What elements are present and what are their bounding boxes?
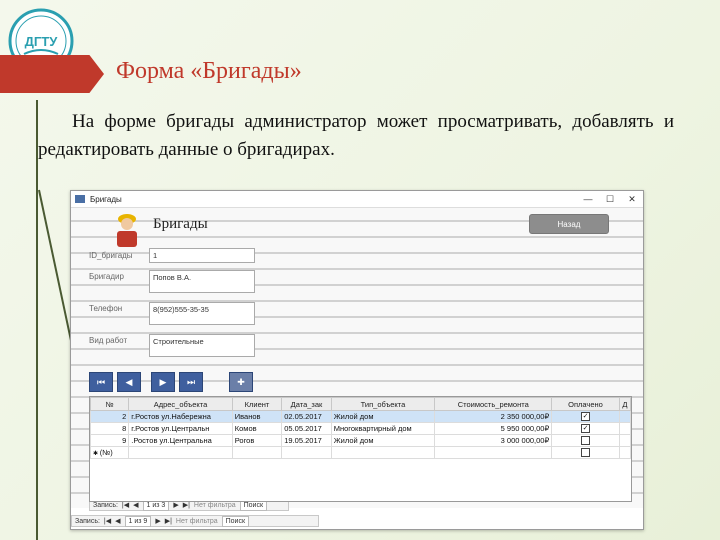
new-record-button[interactable]: ✚	[229, 372, 253, 392]
no-filter-indicator[interactable]: Нет фильтра	[176, 518, 218, 525]
paid-checkbox-unchecked[interactable]	[581, 436, 590, 446]
cell-new-num[interactable]: ✱ (№)	[90, 446, 130, 459]
form-icon	[75, 195, 85, 203]
cell-extra	[618, 422, 631, 435]
cell-type[interactable]: Жилой дом	[330, 410, 436, 423]
col-header-paid[interactable]: Оплачено	[551, 397, 620, 411]
field-label-foreman: Бригадир	[89, 272, 124, 281]
paid-checkbox-unchecked[interactable]	[581, 448, 590, 458]
logo-text: ДГТУ	[25, 34, 59, 49]
last-record-nav-icon[interactable]: ▶|	[165, 517, 172, 525]
access-form-window: Бригады — ☐ ✕ Бригады Назад ID_бригады 1…	[70, 190, 644, 530]
first-record-button[interactable]: ⏮	[89, 372, 113, 392]
field-work-type-input[interactable]: Строительные	[149, 334, 255, 357]
orders-datasheet: № Адрес_объекта Клиент Дата_зак Тип_объе…	[89, 396, 632, 502]
col-header-address[interactable]: Адрес_объекта	[128, 397, 233, 411]
page-title: Форма «Бригады»	[116, 58, 302, 84]
title-marker	[0, 55, 104, 93]
col-header-extra[interactable]: Д	[618, 397, 631, 411]
cell-num[interactable]: 2	[90, 410, 130, 423]
field-label-phone: Телефон	[89, 304, 123, 313]
cell-cost[interactable]: 3 000 000,00₽	[434, 434, 553, 447]
next-record-nav-icon[interactable]: ▶	[155, 517, 160, 525]
cell-client[interactable]	[231, 446, 283, 459]
field-phone-input[interactable]: 8(952)555-35-35	[149, 302, 255, 325]
minimize-button[interactable]: —	[577, 194, 599, 205]
col-header-date[interactable]: Дата_зак	[281, 397, 332, 411]
col-header-type[interactable]: Тип_объекта	[330, 397, 436, 411]
table-row[interactable]: 8 г.Ростов ул.Центральн Комов 05.05.2017…	[90, 422, 631, 435]
form-record-navigator: Запись: |◀ ◀ 1 из 9 ▶ ▶| Нет фильтра Пои…	[71, 515, 319, 527]
cell-extra	[618, 446, 631, 459]
cell-type[interactable]: Жилой дом	[330, 434, 436, 447]
cell-cost[interactable]: 2 350 000,00₽	[434, 410, 553, 423]
prev-record-nav-icon[interactable]: ◀	[115, 517, 120, 525]
cell-extra	[618, 434, 631, 447]
first-record-nav-icon[interactable]: |◀	[104, 517, 111, 525]
cell-address[interactable]: г.Ростов ул.Центральн	[128, 422, 233, 435]
prev-record-button[interactable]: ◀	[117, 372, 141, 392]
cell-client[interactable]: Комов	[231, 422, 283, 435]
form-heading: Бригады	[153, 216, 208, 232]
worker-icon	[117, 214, 137, 247]
cell-num[interactable]: 8	[90, 422, 130, 435]
slide-description: На форме бригады администратор может про…	[38, 111, 674, 160]
cell-num[interactable]: 9	[90, 434, 130, 447]
cell-paid[interactable]	[551, 434, 620, 447]
field-label-id: ID_бригады	[89, 251, 133, 260]
cell-paid[interactable]: ✓	[551, 422, 620, 435]
cell-date[interactable]: 02.05.2017	[281, 410, 332, 423]
window-title: Бригады	[90, 194, 122, 204]
cell-date[interactable]	[281, 446, 332, 459]
search-box[interactable]: Поиск	[221, 515, 250, 527]
cell-paid[interactable]: ✓	[551, 410, 620, 423]
next-record-button[interactable]: ▶	[151, 372, 175, 392]
col-header-num[interactable]: №	[90, 397, 130, 411]
close-button[interactable]: ✕	[621, 194, 643, 205]
cell-paid[interactable]	[551, 446, 620, 459]
record-position[interactable]: 1 из 9	[124, 515, 152, 527]
field-foreman-input[interactable]: Попов В.А.	[149, 270, 255, 293]
paid-checkbox-checked[interactable]: ✓	[581, 424, 590, 434]
maximize-button[interactable]: ☐	[599, 194, 621, 205]
cell-address[interactable]: .Ростов ул.Центральна	[128, 434, 233, 447]
cell-cost[interactable]	[434, 446, 553, 459]
table-row[interactable]: 2 г.Ростов ул.Набережна Иванов 02.05.201…	[90, 410, 631, 423]
cell-address[interactable]	[128, 446, 233, 459]
cell-type[interactable]	[330, 446, 436, 459]
field-label-work-type: Вид работ	[89, 336, 128, 345]
record-label: Запись:	[75, 517, 100, 525]
last-record-button[interactable]: ⏭	[179, 372, 203, 392]
new-record-placeholder: (№)	[99, 448, 113, 457]
back-button[interactable]: Назад	[529, 214, 609, 234]
window-titlebar: Бригады — ☐ ✕	[71, 191, 643, 208]
table-row[interactable]: 9 .Ростов ул.Центральна Рогов 19.05.2017…	[90, 434, 631, 447]
cell-type[interactable]: Многоквартирный дом	[330, 422, 436, 435]
new-record-row[interactable]: ✱ (№)	[90, 446, 631, 459]
cell-extra	[618, 410, 631, 423]
form-body: Бригады Назад ID_бригады 1 Бригадир Попо…	[71, 208, 643, 508]
decorative-line-vertical	[36, 100, 38, 540]
grid-header-row: № Адрес_объекта Клиент Дата_зак Тип_объе…	[90, 397, 631, 411]
paid-checkbox-checked[interactable]: ✓	[581, 412, 590, 422]
cell-cost[interactable]: 5 950 000,00₽	[434, 422, 553, 435]
new-record-marker-icon: ✱	[93, 451, 100, 457]
cell-date[interactable]: 19.05.2017	[281, 434, 332, 447]
col-header-client[interactable]: Клиент	[231, 397, 283, 411]
cell-client[interactable]: Рогов	[231, 434, 283, 447]
cell-date[interactable]: 05.05.2017	[281, 422, 332, 435]
cell-client[interactable]: Иванов	[231, 410, 283, 423]
field-id-input[interactable]: 1	[149, 248, 255, 263]
cell-address[interactable]: г.Ростов ул.Набережна	[128, 410, 233, 423]
col-header-cost[interactable]: Стоимость_ремонта	[434, 397, 553, 411]
